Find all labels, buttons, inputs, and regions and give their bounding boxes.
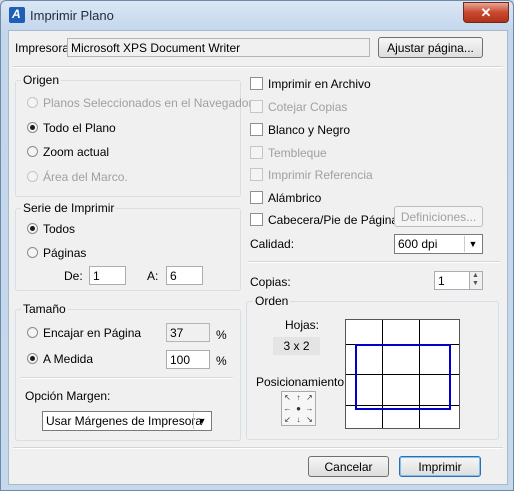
copies-label: Copias:	[250, 275, 291, 289]
size-group-title: Tamaño	[21, 302, 68, 316]
range-to-input[interactable]: 6	[166, 266, 203, 285]
chevron-down-icon: ▼	[193, 413, 210, 429]
origin-label-current-zoom: Zoom actual	[43, 145, 110, 159]
divider	[13, 447, 503, 449]
dialog-body: Impresora: Microsoft XPS Document Writer…	[8, 30, 508, 485]
origin-radio-current-zoom[interactable]	[27, 146, 38, 157]
spin-up-icon[interactable]: ▲	[472, 272, 479, 279]
page-setup-button[interactable]: Ajustar página...	[378, 37, 483, 58]
label-header-footer: Cabecera/Pie de Página	[268, 213, 399, 227]
checkbox-black-white[interactable]	[250, 123, 263, 136]
origin-radio-frame-area[interactable]	[27, 171, 38, 182]
size-label-custom: A Medida	[43, 352, 94, 366]
size-label-fit: Encajar en Página	[43, 326, 142, 340]
range-label-pages: Páginas	[43, 246, 87, 260]
fit-percent-sign: %	[216, 328, 227, 342]
quality-label: Calidad:	[250, 237, 295, 251]
checkbox-dither[interactable]	[250, 146, 263, 159]
page-layout-preview	[345, 319, 460, 429]
copies-input[interactable]: 1	[434, 271, 470, 290]
arrow-left-icon[interactable]: ←	[283, 404, 292, 413]
range-radio-pages[interactable]	[27, 247, 38, 258]
app-logo-icon	[9, 7, 25, 23]
margin-option-value: Usar Márgenes de Impresora	[46, 414, 203, 428]
arrow-down-icon[interactable]: ↓	[294, 415, 303, 424]
center-dot-icon[interactable]: ●	[294, 404, 303, 413]
arrow-down-right-icon[interactable]: ↘	[305, 415, 314, 424]
positioning-grid: ↖ ↑ ↗ ← ● → ↙ ↓ ↘	[281, 391, 316, 426]
quality-select[interactable]: 600 dpi ▼	[394, 234, 483, 254]
origin-label-selected-sheets: Planos Seleccionados en el Navegador	[43, 96, 253, 110]
quality-value: 600 dpi	[398, 237, 438, 251]
label-wireframe: Alámbrico	[268, 191, 322, 205]
title-bar[interactable]: Imprimir Plano ✕	[1, 1, 513, 29]
print-area-frame[interactable]	[355, 344, 451, 410]
label-dither: Tembleque	[268, 146, 327, 160]
origin-radio-selected-sheets[interactable]	[27, 97, 38, 108]
sheets-label: Hojas:	[285, 318, 320, 332]
definitions-button[interactable]: Definiciones...	[394, 206, 483, 227]
origin-group-title: Origen	[21, 73, 62, 87]
range-to-label: A:	[147, 269, 159, 283]
label-print-reference: Imprimir Referencia	[268, 168, 373, 182]
size-divider	[21, 377, 233, 379]
fit-percent-field: 37	[166, 323, 210, 342]
checkbox-print-reference[interactable]	[250, 168, 263, 181]
origin-label-frame-area: Área del Marco.	[43, 170, 128, 184]
printer-name-field: Microsoft XPS Document Writer	[67, 38, 370, 57]
print-dialog-window: Imprimir Plano ✕ Impresora: Microsoft XP…	[0, 0, 514, 491]
spin-down-icon[interactable]: ▼	[472, 280, 479, 287]
range-radio-all[interactable]	[27, 223, 38, 234]
positioning-label: Posicionamiento:	[256, 375, 348, 389]
label-print-to-file: Imprimir en Archivo	[268, 77, 371, 91]
checkbox-collate[interactable]	[250, 100, 263, 113]
print-button[interactable]: Imprimir	[399, 456, 481, 477]
checkbox-header-footer[interactable]	[250, 213, 263, 226]
checkbox-print-to-file[interactable]	[250, 77, 263, 90]
divider	[248, 261, 500, 263]
arrow-up-left-icon[interactable]: ↖	[283, 393, 292, 402]
printer-label: Impresora:	[15, 41, 73, 55]
cancel-button[interactable]: Cancelar	[308, 456, 389, 477]
origin-label-whole-plan: Todo el Plano	[43, 121, 116, 135]
range-label-all: Todos	[43, 222, 76, 236]
close-button[interactable]: ✕	[463, 2, 509, 23]
label-collate: Cotejar Copias	[268, 100, 348, 114]
range-from-label: De:	[64, 269, 83, 283]
chevron-down-icon: ▼	[464, 236, 481, 252]
order-group-title: Orden	[253, 294, 291, 308]
origin-radio-whole-plan[interactable]	[27, 122, 38, 133]
arrow-up-right-icon[interactable]: ↗	[305, 393, 314, 402]
copies-spinner[interactable]: ▲ ▼	[469, 271, 483, 290]
size-radio-custom[interactable]	[27, 353, 38, 364]
divider	[13, 66, 503, 68]
arrow-down-left-icon[interactable]: ↙	[283, 415, 292, 424]
size-radio-fit[interactable]	[27, 327, 38, 338]
checkbox-wireframe[interactable]	[250, 191, 263, 204]
window-title: Imprimir Plano	[30, 8, 114, 23]
sheets-value: 3 x 2	[273, 337, 320, 355]
print-range-group-title: Serie de Imprimir	[21, 201, 117, 215]
arrow-right-icon[interactable]: →	[305, 404, 314, 413]
custom-percent-input[interactable]: 100	[166, 350, 210, 369]
label-black-white: Blanco y Negro	[268, 123, 351, 137]
range-from-input[interactable]: 1	[89, 266, 126, 285]
arrow-up-icon[interactable]: ↑	[294, 393, 303, 402]
margin-option-label: Opción Margen:	[25, 389, 111, 403]
margin-option-select[interactable]: Usar Márgenes de Impresora ▼	[42, 411, 212, 431]
custom-percent-sign: %	[216, 354, 227, 368]
